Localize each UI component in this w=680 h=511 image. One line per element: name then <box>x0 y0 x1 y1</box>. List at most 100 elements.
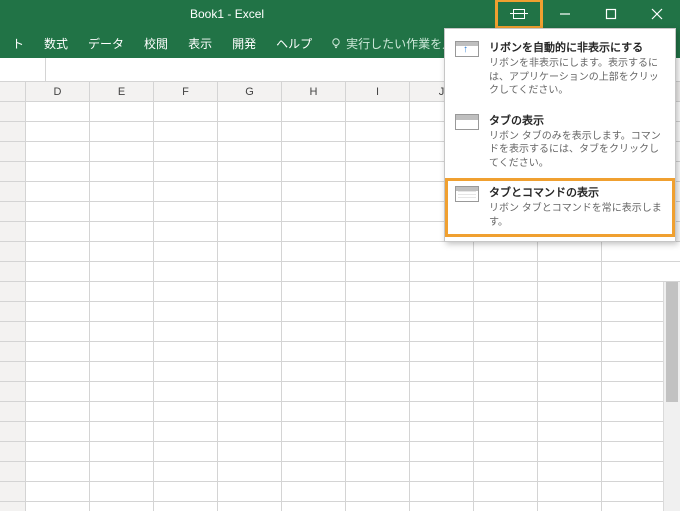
ribbon-tab-formulas[interactable]: 数式 <box>34 28 78 58</box>
cell[interactable] <box>282 142 346 161</box>
cell[interactable] <box>538 422 602 441</box>
cell[interactable] <box>26 162 90 181</box>
cell[interactable] <box>282 282 346 301</box>
cell[interactable] <box>154 142 218 161</box>
cell[interactable] <box>538 382 602 401</box>
cell[interactable] <box>346 242 410 261</box>
cell[interactable] <box>90 162 154 181</box>
cell[interactable] <box>154 342 218 361</box>
name-box[interactable] <box>0 58 46 81</box>
cell[interactable] <box>26 402 90 421</box>
cell[interactable] <box>218 462 282 481</box>
cell[interactable] <box>538 442 602 461</box>
cell[interactable] <box>218 402 282 421</box>
cell[interactable] <box>346 222 410 241</box>
cell[interactable] <box>538 242 602 261</box>
close-button[interactable] <box>634 0 680 28</box>
cell[interactable] <box>90 122 154 141</box>
cell[interactable] <box>410 242 474 261</box>
cell[interactable] <box>90 442 154 461</box>
cell[interactable] <box>282 382 346 401</box>
cell[interactable] <box>218 382 282 401</box>
cell[interactable] <box>474 502 538 511</box>
select-all-corner[interactable] <box>0 82 26 101</box>
row-header[interactable] <box>0 422 26 441</box>
cell[interactable] <box>26 502 90 511</box>
row-header[interactable] <box>0 262 26 281</box>
cell[interactable] <box>90 402 154 421</box>
cell[interactable] <box>282 482 346 501</box>
cell[interactable] <box>282 262 346 281</box>
cell[interactable] <box>538 322 602 341</box>
cell[interactable] <box>154 102 218 121</box>
cell[interactable] <box>218 342 282 361</box>
cell[interactable] <box>90 142 154 161</box>
row-header[interactable] <box>0 342 26 361</box>
menu-item-show-tabs-and-commands[interactable]: タブとコマンドの表示 リボン タブとコマンドを常に表示します。 <box>445 178 675 237</box>
cell[interactable] <box>474 442 538 461</box>
cell[interactable] <box>154 262 218 281</box>
row-header[interactable] <box>0 502 26 511</box>
cell[interactable] <box>282 502 346 511</box>
row-header[interactable] <box>0 382 26 401</box>
cell[interactable] <box>282 402 346 421</box>
cell[interactable] <box>346 382 410 401</box>
row-header[interactable] <box>0 242 26 261</box>
cell[interactable] <box>218 262 282 281</box>
cell[interactable] <box>474 322 538 341</box>
cell[interactable] <box>346 282 410 301</box>
cell[interactable] <box>602 242 680 261</box>
cell[interactable] <box>218 502 282 511</box>
ribbon-display-options-button[interactable] <box>496 0 542 28</box>
cell[interactable] <box>26 122 90 141</box>
column-header[interactable]: I <box>346 82 410 101</box>
cell[interactable] <box>282 222 346 241</box>
row-header[interactable] <box>0 142 26 161</box>
ribbon-tab-developer[interactable]: 開発 <box>222 28 266 58</box>
cell[interactable] <box>410 462 474 481</box>
ribbon-tab-help[interactable]: ヘルプ <box>266 28 322 58</box>
cell[interactable] <box>154 122 218 141</box>
cell[interactable] <box>90 342 154 361</box>
cell[interactable] <box>218 482 282 501</box>
vertical-scrollbar[interactable] <box>663 282 680 511</box>
cell[interactable] <box>90 182 154 201</box>
cell[interactable] <box>90 362 154 381</box>
cell[interactable] <box>410 422 474 441</box>
row-header[interactable] <box>0 122 26 141</box>
cell[interactable] <box>538 282 602 301</box>
cell[interactable] <box>282 122 346 141</box>
cell[interactable] <box>218 422 282 441</box>
row-header[interactable] <box>0 102 26 121</box>
column-header[interactable]: E <box>90 82 154 101</box>
cell[interactable] <box>346 422 410 441</box>
cell[interactable] <box>26 362 90 381</box>
cell[interactable] <box>90 462 154 481</box>
cell[interactable] <box>346 502 410 511</box>
cell[interactable] <box>282 302 346 321</box>
cell[interactable] <box>410 442 474 461</box>
row-header[interactable] <box>0 282 26 301</box>
cell[interactable] <box>26 262 90 281</box>
cell[interactable] <box>474 262 538 281</box>
cell[interactable] <box>346 122 410 141</box>
cell[interactable] <box>538 462 602 481</box>
cell[interactable] <box>474 402 538 421</box>
cell[interactable] <box>410 262 474 281</box>
cell[interactable] <box>538 262 602 281</box>
cell[interactable] <box>410 282 474 301</box>
cell[interactable] <box>26 202 90 221</box>
cell[interactable] <box>90 482 154 501</box>
column-header[interactable]: F <box>154 82 218 101</box>
cell[interactable] <box>154 182 218 201</box>
cell[interactable] <box>474 242 538 261</box>
row-header[interactable] <box>0 222 26 241</box>
row-header[interactable] <box>0 182 26 201</box>
vertical-scrollbar-thumb[interactable] <box>666 282 678 402</box>
cell[interactable] <box>346 102 410 121</box>
cell[interactable] <box>26 142 90 161</box>
cell[interactable] <box>346 342 410 361</box>
cell[interactable] <box>154 442 218 461</box>
menu-item-auto-hide-ribbon[interactable]: リボンを自動的に非表示にする リボンを非表示にします。表示するには、アプリケーシ… <box>445 33 675 106</box>
cell[interactable] <box>154 302 218 321</box>
